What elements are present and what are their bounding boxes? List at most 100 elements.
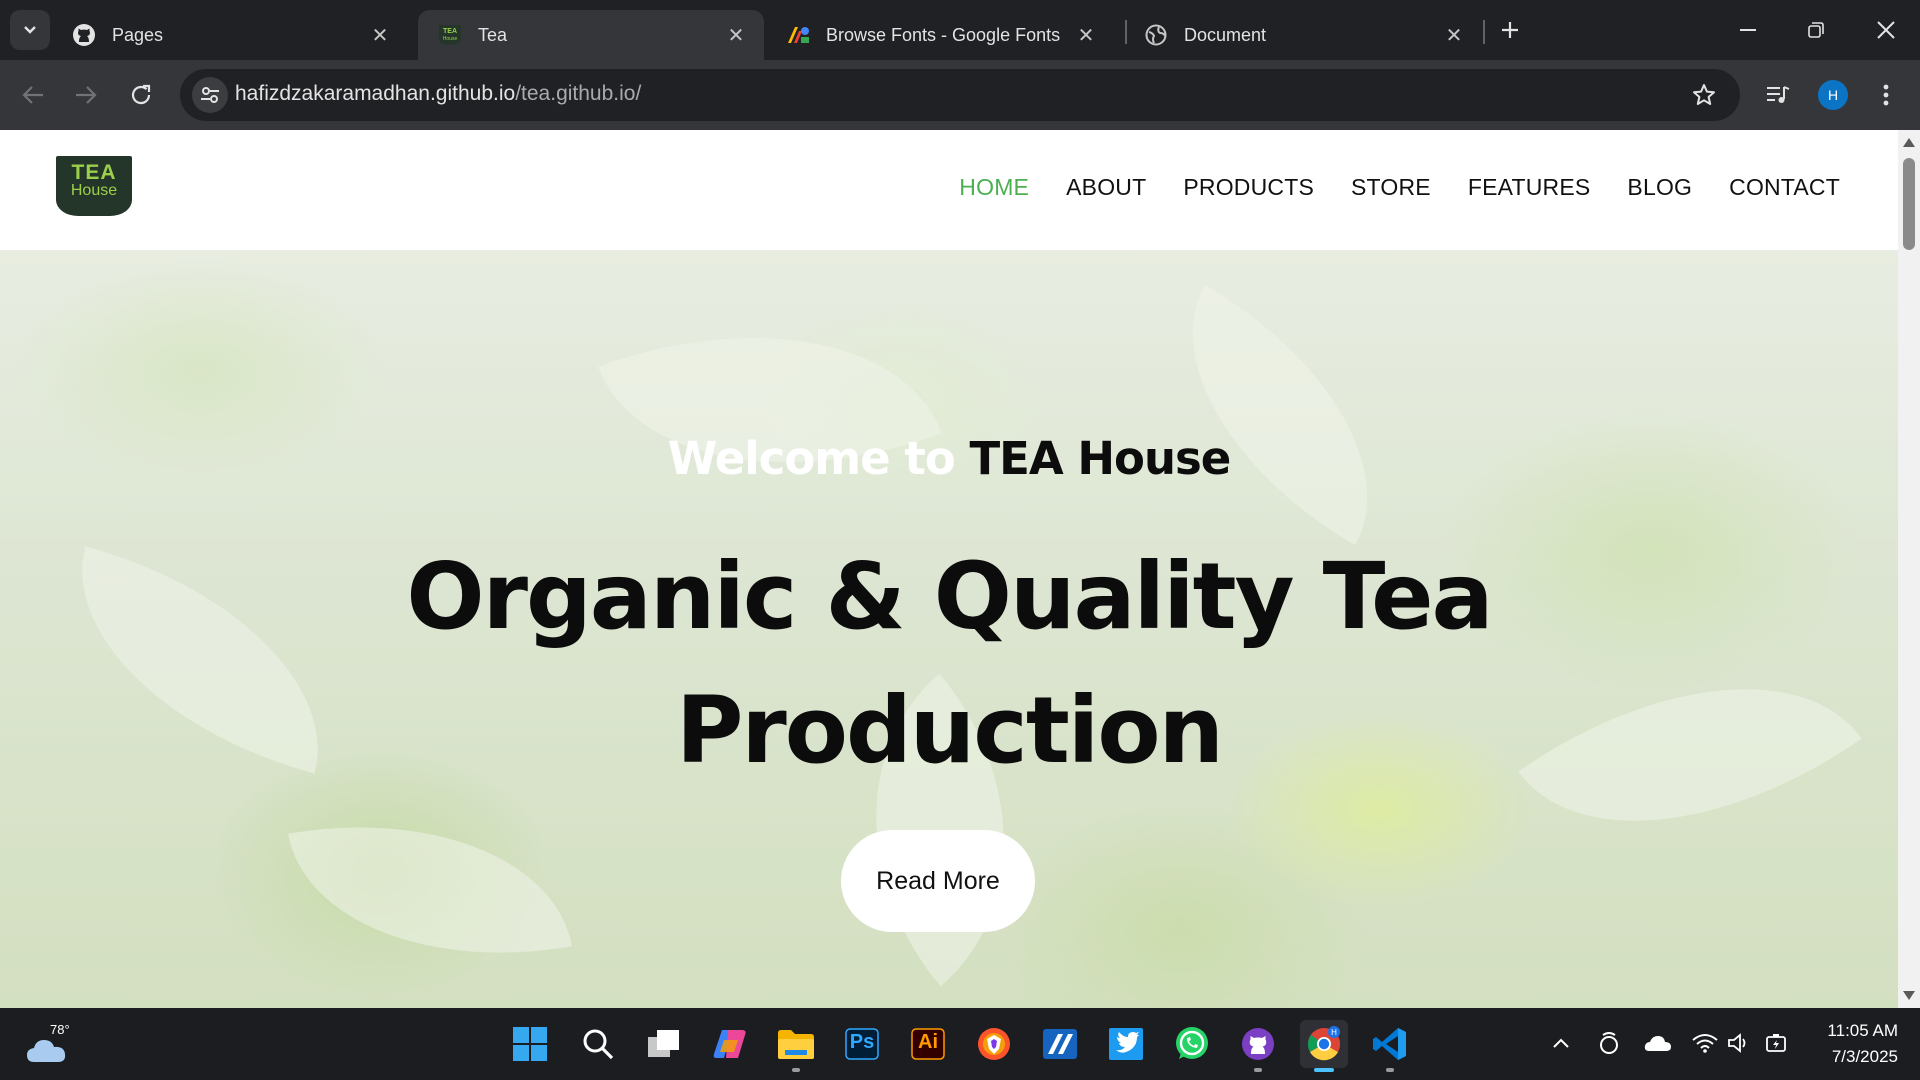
logo-text-tea: TEA xyxy=(71,161,117,184)
reload-icon xyxy=(131,84,151,105)
globe-icon xyxy=(1144,23,1168,47)
scroll-down-arrow-icon[interactable] xyxy=(1903,991,1915,1000)
close-icon[interactable]: ✕ xyxy=(1072,21,1100,49)
tab-title: Tea xyxy=(478,24,508,45)
playlist-music-icon xyxy=(1767,86,1790,103)
app-button[interactable] xyxy=(1036,1020,1084,1068)
wifi-icon xyxy=(1692,1034,1718,1053)
brave-icon xyxy=(978,1028,1010,1060)
headline-line-1: Organic & Quality Tea xyxy=(406,543,1493,650)
browser-toolbar: hafizdzakaramadhan.github.io/tea.github.… xyxy=(0,60,1920,130)
start-button[interactable] xyxy=(506,1020,554,1068)
brave-button[interactable] xyxy=(970,1020,1018,1068)
illustrator-label: Ai xyxy=(918,1031,938,1053)
headline-line-2: Production xyxy=(675,677,1224,784)
nav-about[interactable]: ABOUT xyxy=(1066,174,1146,201)
nav-contact[interactable]: CONTACT xyxy=(1729,174,1840,201)
minimize-button[interactable] xyxy=(1720,8,1776,52)
address-bar[interactable]: hafizdzakaramadhan.github.io/tea.github.… xyxy=(180,69,1740,121)
whatsapp-icon xyxy=(1176,1027,1208,1059)
hero-headline: Organic & Quality Tea Production xyxy=(360,530,1538,798)
onedrive-button[interactable] xyxy=(1643,1028,1673,1058)
tab-tea[interactable]: TEA House Tea ✕ xyxy=(418,10,764,60)
search-icon xyxy=(583,1029,614,1060)
read-more-button[interactable]: Read More xyxy=(841,830,1035,932)
nav-blog[interactable]: BLOG xyxy=(1627,174,1692,201)
wifi-button[interactable] xyxy=(1690,1028,1720,1058)
tab-document[interactable]: Document ✕ xyxy=(1124,10,1482,60)
show-hidden-icons-button[interactable] xyxy=(1546,1028,1576,1058)
page-scrollbar[interactable] xyxy=(1898,130,1920,1008)
chevron-up-icon xyxy=(1553,1038,1569,1048)
running-indicator xyxy=(1386,1068,1394,1072)
chrome-button[interactable]: H xyxy=(1300,1020,1348,1068)
nav-home[interactable]: HOME xyxy=(959,174,1029,201)
chrome-icon: H xyxy=(1308,1026,1340,1061)
clock-widget[interactable]: 11:05 AM 7/3/2025 xyxy=(1808,1018,1898,1070)
photoshop-label: Ps xyxy=(849,1031,875,1053)
nav-features[interactable]: FEATURES xyxy=(1468,174,1591,201)
close-icon[interactable]: ✕ xyxy=(722,21,750,49)
copilot-icon xyxy=(713,1030,746,1058)
taskbar-search-button[interactable] xyxy=(574,1020,622,1068)
tab-strip: Pages ✕ TEA House Tea ✕ Browse Fonts - Go… xyxy=(0,0,1920,60)
reload-button[interactable] xyxy=(121,75,161,115)
whatsapp-button[interactable] xyxy=(1168,1020,1216,1068)
nav-store[interactable]: STORE xyxy=(1351,174,1431,201)
hero-section: Welcome to TEA House Organic & Quality T… xyxy=(0,250,1898,1008)
volume-button[interactable] xyxy=(1724,1028,1754,1058)
tray-app-icon[interactable] xyxy=(1594,1028,1624,1058)
weather-temp: 78° xyxy=(48,1022,72,1037)
twitter-button[interactable] xyxy=(1102,1020,1150,1068)
github-desktop-button[interactable] xyxy=(1234,1020,1282,1068)
tab-google-fonts[interactable]: Browse Fonts - Google Fonts ✕ xyxy=(766,10,1114,60)
new-tab-button[interactable] xyxy=(1494,12,1526,48)
tea-house-favicon: TEA House xyxy=(438,23,462,47)
tab-search-button[interactable] xyxy=(10,10,50,50)
site-info-button[interactable] xyxy=(192,77,228,113)
windows-start-icon xyxy=(513,1027,547,1061)
photoshop-button[interactable]: Ps xyxy=(838,1020,886,1068)
speaker-icon xyxy=(1728,1033,1746,1053)
github-desktop-icon xyxy=(1242,1028,1274,1060)
twitter-icon xyxy=(1109,1028,1143,1060)
github-icon xyxy=(72,23,96,47)
minimize-icon xyxy=(1740,29,1756,31)
forward-button[interactable] xyxy=(66,75,106,115)
close-icon[interactable]: ✕ xyxy=(366,21,394,49)
running-indicator xyxy=(792,1068,800,1072)
restore-button[interactable] xyxy=(1788,8,1844,52)
svg-text:TEA: TEA xyxy=(443,28,457,35)
url-host: hafizdzakaramadhan.github.io xyxy=(235,82,516,105)
site-header: TEA House HOME ABOUT PRODUCTS STORE FEAT… xyxy=(0,130,1898,250)
tea-house-logo[interactable]: TEA House xyxy=(56,156,132,216)
cloud-icon xyxy=(27,1040,66,1062)
close-icon[interactable]: ✕ xyxy=(1440,21,1468,49)
copilot-button[interactable] xyxy=(706,1020,754,1068)
profile-avatar[interactable]: H xyxy=(1818,80,1848,110)
active-indicator xyxy=(1314,1068,1334,1072)
task-view-icon xyxy=(648,1030,679,1057)
close-icon xyxy=(1877,21,1895,39)
tab-title: Document xyxy=(1184,24,1267,45)
scroll-up-arrow-icon[interactable] xyxy=(1903,138,1915,147)
file-explorer-button[interactable] xyxy=(772,1020,820,1068)
bookmark-star-icon[interactable] xyxy=(1690,81,1718,109)
task-view-button[interactable] xyxy=(640,1020,688,1068)
battery-charging-icon xyxy=(1766,1034,1786,1052)
close-window-button[interactable] xyxy=(1858,8,1914,52)
page-viewport: TEA House HOME ABOUT PRODUCTS STORE FEAT… xyxy=(0,130,1898,1008)
back-button[interactable] xyxy=(13,75,53,115)
tab-pages[interactable]: Pages ✕ xyxy=(52,10,408,60)
scrollbar-thumb[interactable] xyxy=(1903,158,1915,250)
url-text[interactable]: hafizdzakaramadhan.github.io/tea.github.… xyxy=(235,82,641,106)
illustrator-button[interactable]: Ai xyxy=(904,1020,952,1068)
menu-button[interactable] xyxy=(1866,75,1906,115)
windows-taskbar xyxy=(0,1008,1920,1080)
url-path: /tea.github.io/ xyxy=(515,82,642,105)
vscode-button[interactable] xyxy=(1366,1020,1414,1068)
media-controls-button[interactable] xyxy=(1758,75,1798,115)
nav-products[interactable]: PRODUCTS xyxy=(1183,174,1314,201)
weather-widget[interactable]: 78° xyxy=(26,1020,74,1068)
battery-button[interactable] xyxy=(1762,1028,1792,1058)
